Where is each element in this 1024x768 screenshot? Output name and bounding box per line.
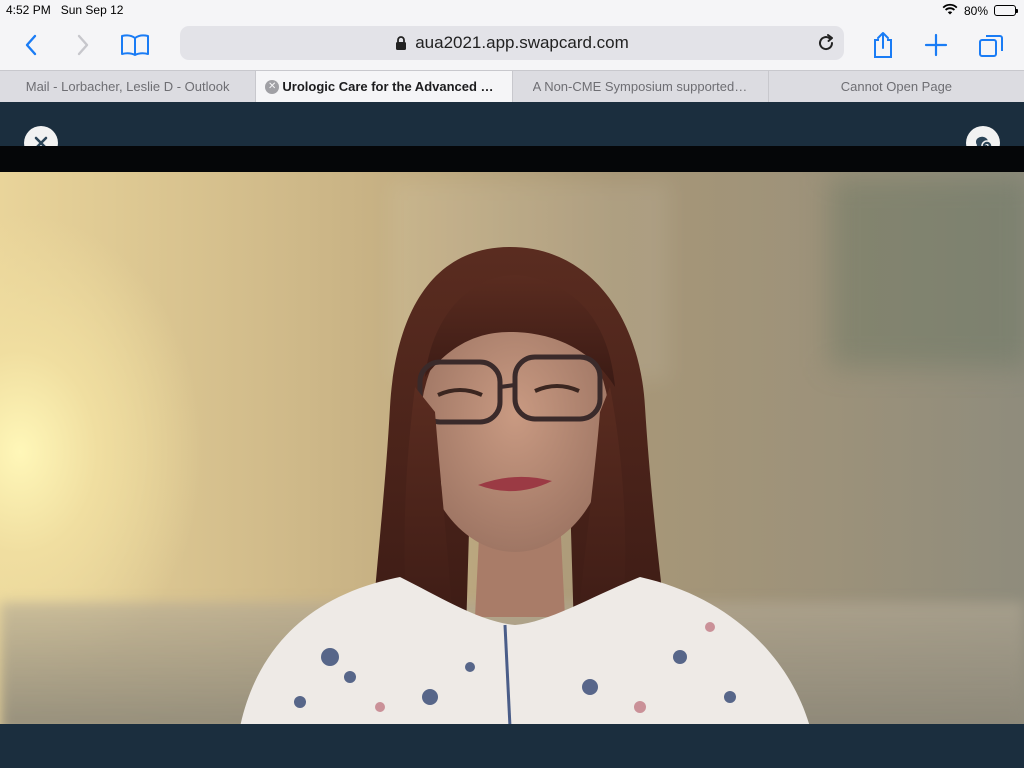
share-icon: [874, 32, 892, 58]
tabs-button[interactable]: [974, 28, 1008, 62]
status-date: Sun Sep 12: [60, 3, 124, 17]
browser-toolbar: aua2021.app.swapcard.com: [0, 20, 1024, 70]
battery-percent: 80%: [963, 3, 988, 18]
share-button[interactable]: [866, 28, 900, 62]
bookmarks-button[interactable]: [118, 28, 152, 62]
plus-icon: [924, 33, 948, 57]
lock-icon: [395, 35, 407, 51]
forward-button[interactable]: [66, 28, 100, 62]
tab-symposium[interactable]: A Non-CME Symposium supported b...: [513, 71, 769, 102]
tab-cannot-open[interactable]: Cannot Open Page: [769, 71, 1024, 102]
url-text: aua2021.app.swapcard.com: [415, 33, 629, 52]
status-time: 4:52 PM: [6, 3, 51, 17]
wifi-icon: [942, 3, 958, 18]
tab-label: Mail - Lorbacher, Leslie D - Outlook: [25, 79, 230, 94]
tab-label: A Non-CME Symposium supported b...: [532, 79, 748, 94]
tab-label: Cannot Open Page: [840, 79, 953, 94]
new-tab-button[interactable]: [919, 28, 953, 62]
tab-label: Urologic Care for the Advanced Pr...: [282, 79, 498, 94]
video-bottom-band: [0, 724, 1024, 768]
video-session-page: ?: [0, 102, 1024, 768]
tab-close-icon[interactable]: ✕: [265, 80, 280, 94]
background-frame: [830, 177, 1024, 367]
tabs-icon: [979, 35, 1003, 57]
status-bar: 4:52 PM Sun Sep 12 80%: [0, 0, 1024, 20]
speaker-video: [240, 247, 810, 724]
address-bar[interactable]: aua2021.app.swapcard.com: [180, 26, 844, 60]
reload-button[interactable]: [816, 33, 836, 58]
tab-mail[interactable]: Mail - Lorbacher, Leslie D - Outlook: [0, 71, 257, 102]
book-icon: [121, 34, 149, 56]
tab-urologic-care[interactable]: ✕ Urologic Care for the Advanced Pr...: [256, 71, 513, 102]
video-feed[interactable]: [0, 172, 1024, 724]
reload-icon: [819, 34, 834, 51]
video-top-band: [0, 146, 1024, 172]
battery-icon: [994, 5, 1018, 16]
chevron-left-icon: [25, 34, 37, 56]
back-button[interactable]: [14, 28, 48, 62]
chevron-right-icon: [77, 34, 89, 56]
tab-bar: Mail - Lorbacher, Leslie D - Outlook ✕ U…: [0, 70, 1024, 102]
